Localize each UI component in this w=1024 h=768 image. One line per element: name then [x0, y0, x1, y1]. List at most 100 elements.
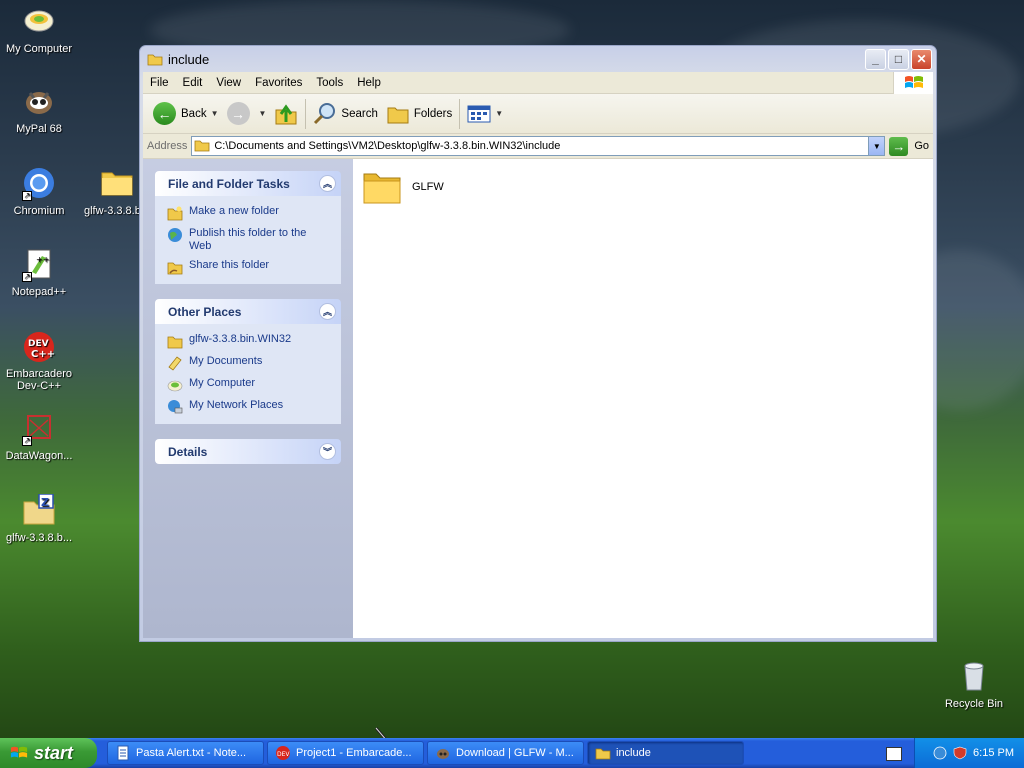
svg-text:DEV: DEV: [28, 339, 49, 349]
panel-header[interactable]: Other Places ︽: [155, 299, 341, 324]
recycle-bin-icon: [957, 660, 991, 694]
explorer-window: include _ □ ✕ File Edit View Favorites T…: [139, 45, 937, 642]
file-folder-tasks-panel: File and Folder Tasks ︽ Make a new folde…: [155, 171, 341, 284]
keyboard-icon[interactable]: [886, 747, 902, 761]
address-input[interactable]: C:\Documents and Settings\VM2\Desktop\gl…: [191, 136, 886, 156]
svg-text:++: ++: [36, 255, 49, 264]
desktop-icon-my-computer[interactable]: My Computer: [0, 5, 78, 55]
content-area: File and Folder Tasks ︽ Make a new folde…: [143, 159, 933, 638]
collapse-icon[interactable]: ︽: [319, 175, 336, 192]
security-shield-icon[interactable]: [953, 746, 967, 760]
folder-icon: [194, 140, 210, 152]
desktop-icon-label: Chromium: [13, 205, 65, 217]
back-button[interactable]: ← Back ▼: [149, 97, 223, 131]
desktop-icon-label: Recycle Bin: [944, 698, 1004, 710]
task-make-new-folder[interactable]: Make a new folder: [167, 202, 331, 224]
go-arrow-icon: →: [889, 136, 909, 156]
chromium-icon: ↗: [22, 167, 56, 201]
menu-view[interactable]: View: [209, 72, 248, 94]
taskbar-button-label: Pasta Alert.txt - Note...: [136, 747, 247, 759]
details-panel: Details ︾: [155, 439, 341, 464]
desktop-icon-notepadpp[interactable]: ++ ↗ Notepad++: [0, 248, 78, 298]
desktop-icon-devcpp[interactable]: DEV C++ Embarcadero Dev-C++: [0, 330, 78, 392]
svg-text:Z: Z: [41, 496, 49, 509]
collapse-icon[interactable]: ︽: [319, 303, 336, 320]
menu-edit[interactable]: Edit: [176, 72, 210, 94]
place-my-computer[interactable]: My Computer: [167, 374, 331, 396]
clock[interactable]: 6:15 PM: [973, 747, 1014, 759]
place-label: My Documents: [189, 355, 263, 367]
folders-button[interactable]: Folders: [382, 97, 456, 131]
place-my-network-places[interactable]: My Network Places: [167, 396, 331, 418]
panel-header[interactable]: Details ︾: [155, 439, 341, 464]
dropdown-arrow-icon[interactable]: ▼: [211, 109, 219, 118]
start-label: start: [34, 742, 74, 763]
toolbar-separator: [305, 98, 307, 129]
task-label: Make a new folder: [189, 205, 279, 217]
task-pane: File and Folder Tasks ︽ Make a new folde…: [143, 159, 353, 638]
dropdown-arrow-icon[interactable]: ▼: [259, 109, 267, 118]
datawagon-icon: ↗: [22, 412, 56, 446]
taskbar-button-notepad[interactable]: Pasta Alert.txt - Note...: [107, 741, 264, 765]
toolbar: ← Back ▼ → ▼ Search Folders ▼: [143, 94, 933, 134]
place-my-documents[interactable]: My Documents: [167, 352, 331, 374]
desktop-icon-datawagon[interactable]: ↗ DataWagon...: [0, 412, 78, 462]
window-title: include: [168, 51, 210, 67]
desktop-icon-recycle-bin[interactable]: Recycle Bin: [935, 660, 1013, 710]
taskbar: start Pasta Alert.txt - Note... DEV Proj…: [0, 738, 1024, 768]
search-button[interactable]: Search: [309, 97, 381, 131]
globe-icon: [168, 228, 182, 242]
file-list: GLFW: [353, 159, 933, 638]
go-button[interactable]: → Go: [889, 136, 929, 156]
new-folder-icon: [167, 206, 183, 221]
place-label: glfw-3.3.8.bin.WIN32: [189, 333, 292, 345]
file-item-glfw[interactable]: GLFW: [362, 169, 444, 205]
desktop-icon-chromium[interactable]: ↗ Chromium: [0, 167, 78, 217]
dropdown-arrow-icon[interactable]: ▼: [495, 109, 503, 118]
desktop-icon-label: Notepad++: [11, 286, 67, 298]
task-share-folder[interactable]: Share this folder: [167, 256, 331, 278]
close-button[interactable]: ✕: [911, 48, 932, 70]
window-titlebar[interactable]: include _ □ ✕: [143, 46, 933, 72]
desktop-icon-mypal[interactable]: MyPal 68: [0, 85, 78, 135]
place-label: My Network Places: [189, 399, 284, 411]
forward-button[interactable]: → ▼: [223, 97, 271, 131]
my-computer-icon: [167, 380, 183, 392]
views-button[interactable]: ▼: [463, 97, 507, 131]
folders-icon: [387, 107, 409, 123]
file-name: GLFW: [412, 181, 444, 193]
folder-icon: [595, 748, 611, 760]
minimize-icon: _: [872, 52, 879, 66]
network-icon[interactable]: [933, 746, 947, 760]
address-dropdown-button[interactable]: ▼: [868, 137, 885, 155]
mypal-icon: [22, 85, 56, 119]
taskbar-button-devcpp[interactable]: DEV Project1 - Embarcade...: [267, 741, 424, 765]
desktop-icon-label: glfw-3.3.8.b...: [5, 532, 73, 544]
maximize-button[interactable]: □: [888, 48, 909, 70]
place-glfw-folder[interactable]: glfw-3.3.8.bin.WIN32: [167, 330, 331, 352]
menu-help[interactable]: Help: [350, 72, 388, 94]
menu-favorites[interactable]: Favorites: [248, 72, 309, 94]
desktop-icon-glfw-zip[interactable]: Z glfw-3.3.8.b...: [0, 493, 78, 544]
up-folder-button[interactable]: [270, 97, 302, 131]
views-icon: [467, 105, 491, 122]
task-publish-web[interactable]: Publish this folder to the Web: [167, 224, 331, 256]
system-tray: 6:15 PM: [914, 738, 1024, 768]
panel-header[interactable]: File and Folder Tasks ︽: [155, 171, 341, 196]
taskbar-button-mypal[interactable]: Download | GLFW - M...: [427, 741, 584, 765]
menu-file[interactable]: File: [143, 72, 176, 94]
shortcut-arrow-icon: ↗: [22, 191, 32, 201]
task-label: Publish this folder to the Web: [189, 227, 307, 252]
minimize-button[interactable]: _: [865, 48, 886, 70]
toolbar-separator: [459, 98, 461, 129]
menu-bar: File Edit View Favorites Tools Help: [143, 72, 933, 94]
devcpp-icon: DEV C++: [22, 330, 56, 364]
panel-title: Other Places: [168, 304, 242, 319]
back-label: Back: [181, 107, 207, 120]
menu-tools[interactable]: Tools: [309, 72, 350, 94]
forward-arrow-icon: →: [226, 102, 250, 125]
start-button[interactable]: start: [0, 738, 97, 768]
expand-icon[interactable]: ︾: [319, 443, 336, 460]
up-folder-icon: [275, 103, 297, 124]
taskbar-button-include[interactable]: include: [587, 741, 744, 765]
